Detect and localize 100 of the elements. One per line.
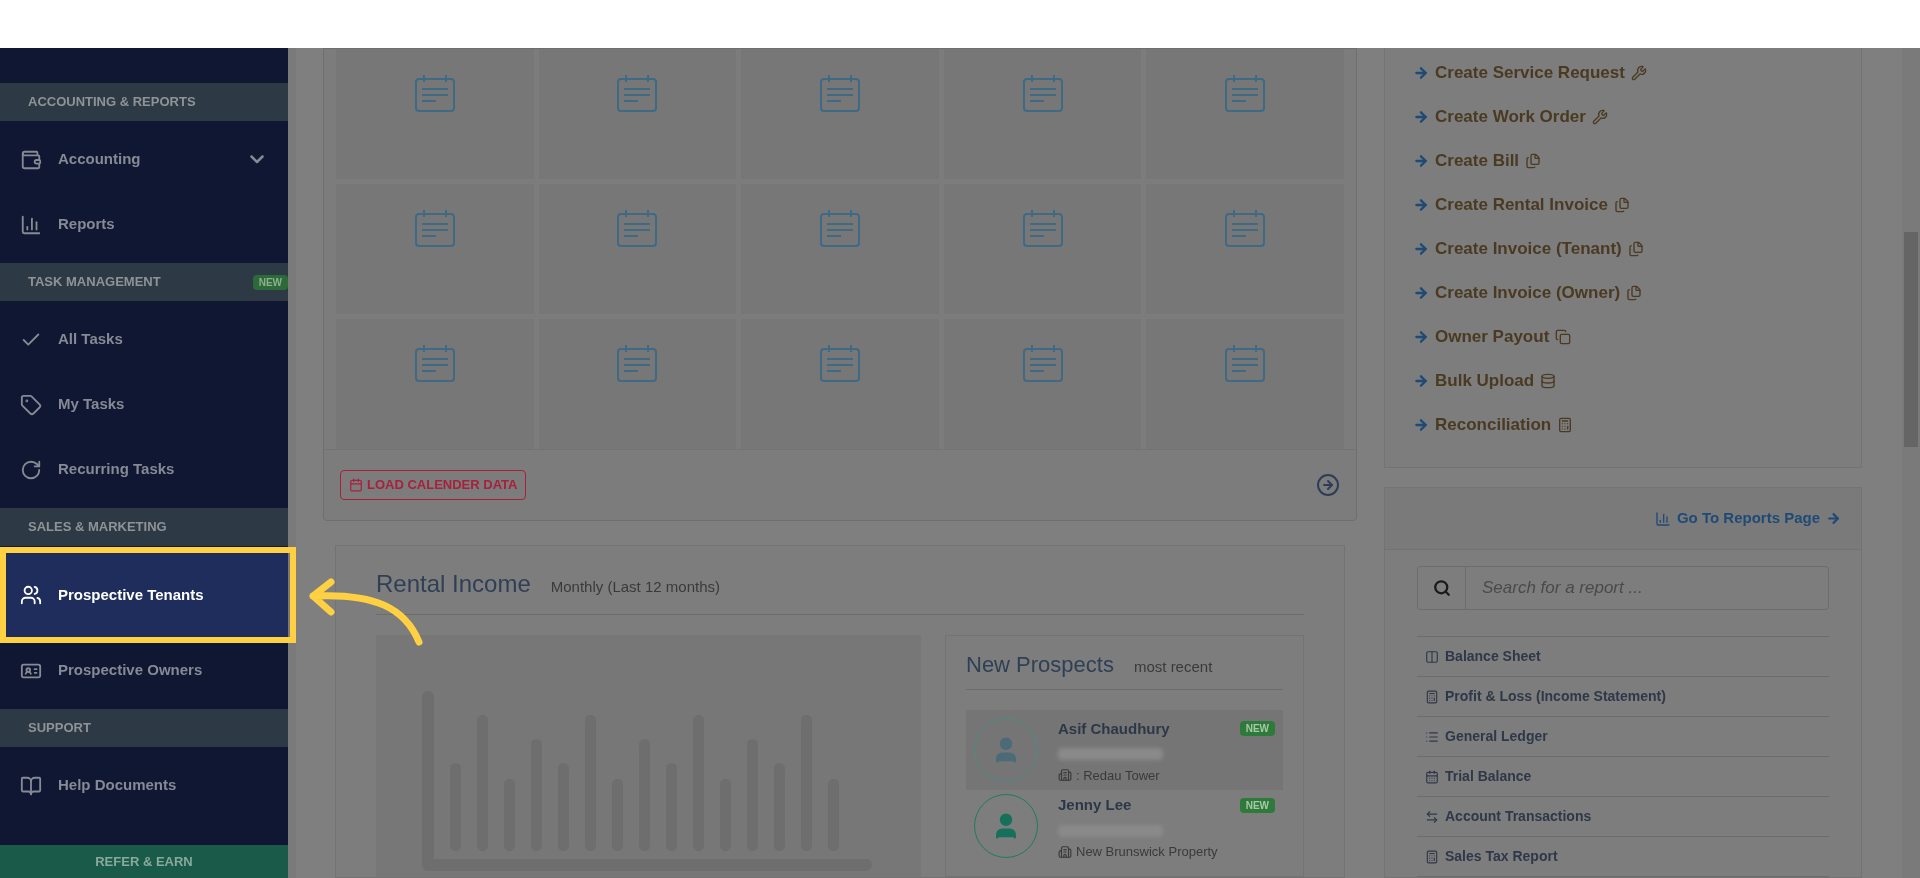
calendar-day-cell[interactable] (538, 319, 737, 449)
sidebar-item[interactable]: Reports (0, 192, 288, 257)
wrench-icon (1630, 64, 1647, 81)
quick-action-link[interactable]: Create Work Order (1413, 104, 1861, 129)
section-title: SALES & MARKETING (28, 518, 167, 537)
card-subtitle: Monthly (Last 12 months) (550, 576, 720, 597)
building-icon (1058, 768, 1072, 782)
section-title: TASK MANAGEMENT (28, 273, 161, 292)
sidebar-item[interactable]: Help Documents (0, 753, 288, 818)
prospect-row[interactable]: Asif Chaudhury NEW : Redau Tower (966, 709, 1283, 790)
notepad-icon (1021, 208, 1064, 248)
report-link[interactable]: General Ledger (1417, 717, 1829, 757)
bar-chart-icon (20, 213, 42, 236)
arrow-right-icon (1413, 416, 1429, 433)
sidebar-scrollbar[interactable] (288, 48, 296, 878)
copy-icon (1555, 328, 1572, 345)
notepad-icon (1021, 343, 1064, 383)
notepad-icon (413, 343, 456, 383)
new-badge: NEW (1239, 721, 1275, 737)
new-badge: NEW (252, 274, 288, 290)
files-icon (1627, 240, 1644, 257)
columns-icon (1425, 649, 1439, 664)
calendar-day-cell[interactable] (741, 319, 939, 449)
quick-action-link[interactable]: Create Invoice (Tenant) (1413, 236, 1861, 261)
calendar-day-cell[interactable] (538, 49, 737, 179)
notepad-icon (1021, 73, 1064, 113)
chevron-down-icon (250, 155, 264, 164)
sidebar-item[interactable]: My Tasks (0, 372, 288, 437)
quick-action-link[interactable]: Reconciliation (1413, 412, 1861, 437)
calendar-day-cell[interactable] (336, 49, 534, 179)
refer-button[interactable]: REFER & EARN (0, 845, 288, 878)
sidebar-item[interactable]: All Tasks (0, 307, 288, 372)
notepad-icon (819, 73, 861, 113)
quick-action-link[interactable]: Create Rental Invoice (1413, 192, 1861, 217)
calendar-day-cell[interactable] (1146, 319, 1344, 449)
transfer-icon (1425, 809, 1439, 824)
report-link[interactable]: Balance Sheet (1417, 637, 1829, 677)
quick-action-link[interactable]: Create Invoice (Owner) (1413, 280, 1861, 305)
list-icon (1425, 729, 1439, 744)
sidebar-item[interactable]: Accounting (0, 127, 288, 192)
arrow-right-icon (1413, 372, 1429, 389)
sidebar-item[interactable]: Recurring Tasks (0, 437, 288, 502)
report-link[interactable]: Trial Balance (1417, 757, 1829, 797)
arrow-right-icon (1826, 511, 1841, 526)
calendar-day-cell[interactable] (741, 184, 939, 314)
notepad-icon (819, 208, 861, 248)
calculator-icon (1557, 416, 1574, 433)
calendar-day-cell[interactable] (741, 49, 939, 179)
refresh-icon (20, 458, 42, 481)
arrow-right-icon (1413, 240, 1429, 257)
calendar-day-cell[interactable] (943, 49, 1142, 179)
prospect-row[interactable]: Jenny Lee NEW New Brunswick Property (966, 790, 1283, 863)
bar-chart-icon (1654, 510, 1671, 527)
report-link[interactable]: Profit & Loss (Income Statement) (1417, 677, 1829, 717)
calculator-icon (1425, 849, 1439, 864)
calendar-day-cell[interactable] (943, 184, 1142, 314)
panel-subtitle: most recent (1133, 656, 1213, 677)
calendar-day-cell[interactable] (336, 319, 534, 449)
arrow-right-icon (1413, 64, 1429, 81)
quick-action-link[interactable]: Bulk Upload (1413, 368, 1861, 393)
prospect-property: New Brunswick Property (1076, 845, 1218, 858)
files-icon (1613, 196, 1630, 213)
calendar-day-cell[interactable] (336, 184, 534, 314)
database-icon (1540, 372, 1557, 389)
wrench-icon (1591, 108, 1608, 125)
files-icon (1626, 284, 1643, 301)
arrow-circle-icon[interactable] (1316, 472, 1340, 497)
new-badge: NEW (1239, 797, 1275, 813)
calendar-day-cell[interactable] (943, 319, 1142, 449)
calendar-day-cell[interactable] (1146, 49, 1344, 179)
scrollbar[interactable] (1902, 48, 1920, 878)
report-link[interactable]: Account Transactions (1417, 797, 1829, 837)
report-link[interactable]: Sales Tax Report (1417, 837, 1829, 877)
arrow-right-icon (1413, 108, 1429, 125)
calculator-icon (1425, 689, 1439, 704)
notepad-icon (616, 343, 659, 383)
sidebar-item[interactable]: Prospective Owners (0, 638, 288, 703)
calendar-icon (1425, 769, 1439, 784)
prospect-property: : Redau Tower (1076, 768, 1160, 782)
quick-action-link[interactable]: Owner Payout (1413, 324, 1861, 349)
load-calendar-button[interactable]: LOAD CALENDER DATA (340, 470, 527, 500)
quick-action-link[interactable]: Create Bill (1413, 148, 1861, 173)
files-icon (1525, 152, 1542, 169)
people-icon (20, 584, 42, 606)
notepad-icon (1224, 73, 1267, 113)
reports-page-link[interactable]: Go To Reports Page (1654, 507, 1841, 530)
building-icon (1058, 844, 1072, 859)
notepad-icon (1224, 343, 1267, 383)
calendar-day-cell[interactable] (1146, 184, 1344, 314)
notepad-icon (616, 208, 659, 248)
tag-icon (20, 393, 42, 416)
section-title: ACCOUNTING & REPORTS (28, 93, 196, 112)
search-icon (1432, 579, 1451, 597)
calendar-day-cell[interactable] (538, 184, 737, 314)
notepad-icon (413, 73, 456, 113)
quick-action-link[interactable]: Create Service Request (1413, 60, 1861, 85)
arrow-right-icon (1413, 152, 1429, 169)
calendar-icon (349, 477, 363, 492)
notepad-icon (819, 343, 861, 383)
arrow-right-icon (1413, 328, 1429, 345)
